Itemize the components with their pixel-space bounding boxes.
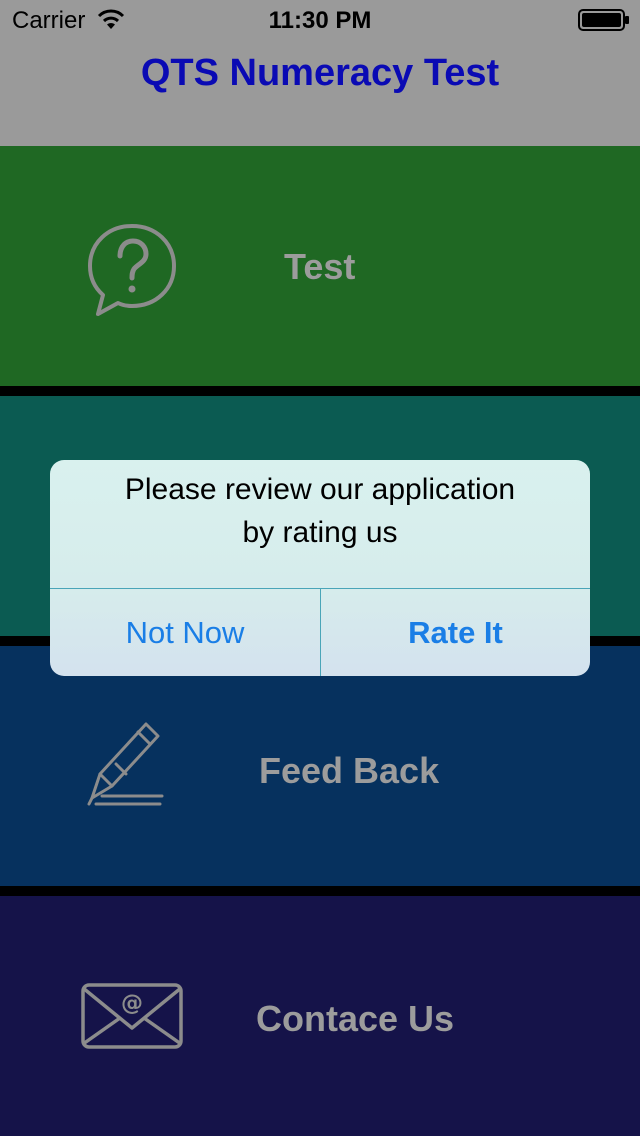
alert-message: Please review our application by rating … (50, 468, 590, 588)
mail-icon: @ (81, 983, 183, 1049)
pen-icon (87, 722, 164, 806)
page-title: QTS Numeracy Test (140, 52, 500, 94)
navigation-header: Carrier 11:30 PM QTS Numeracy Test (0, 0, 640, 146)
rating-alert-dialog: Please review our application by rating … (50, 460, 590, 676)
menu-item-test-label: Test (284, 246, 356, 287)
app-screen: Carrier 11:30 PM QTS Numeracy Test Test (0, 0, 640, 1136)
menu-item-feedback[interactable]: Feed Back (0, 646, 640, 886)
rate-it-button[interactable]: Rate It (321, 589, 590, 676)
menu-item-contact-label: Contace Us (256, 998, 455, 1039)
alert-message-line-1: Please review our application (124, 473, 516, 506)
not-now-button[interactable]: Not Now (50, 589, 320, 676)
menu-item-feedback-label: Feed Back (259, 750, 440, 791)
status-bar: Carrier 11:30 PM (0, 0, 640, 40)
status-time: 11:30 PM (268, 7, 372, 34)
menu-item-contact[interactable]: @ Contace Us (0, 896, 640, 1136)
alert-message-line-2: by rating us (242, 516, 398, 549)
svg-text:@: @ (121, 991, 143, 1016)
menu-item-test[interactable]: Test (0, 146, 640, 386)
battery-icon (578, 9, 629, 31)
question-bubble-icon (88, 224, 176, 316)
